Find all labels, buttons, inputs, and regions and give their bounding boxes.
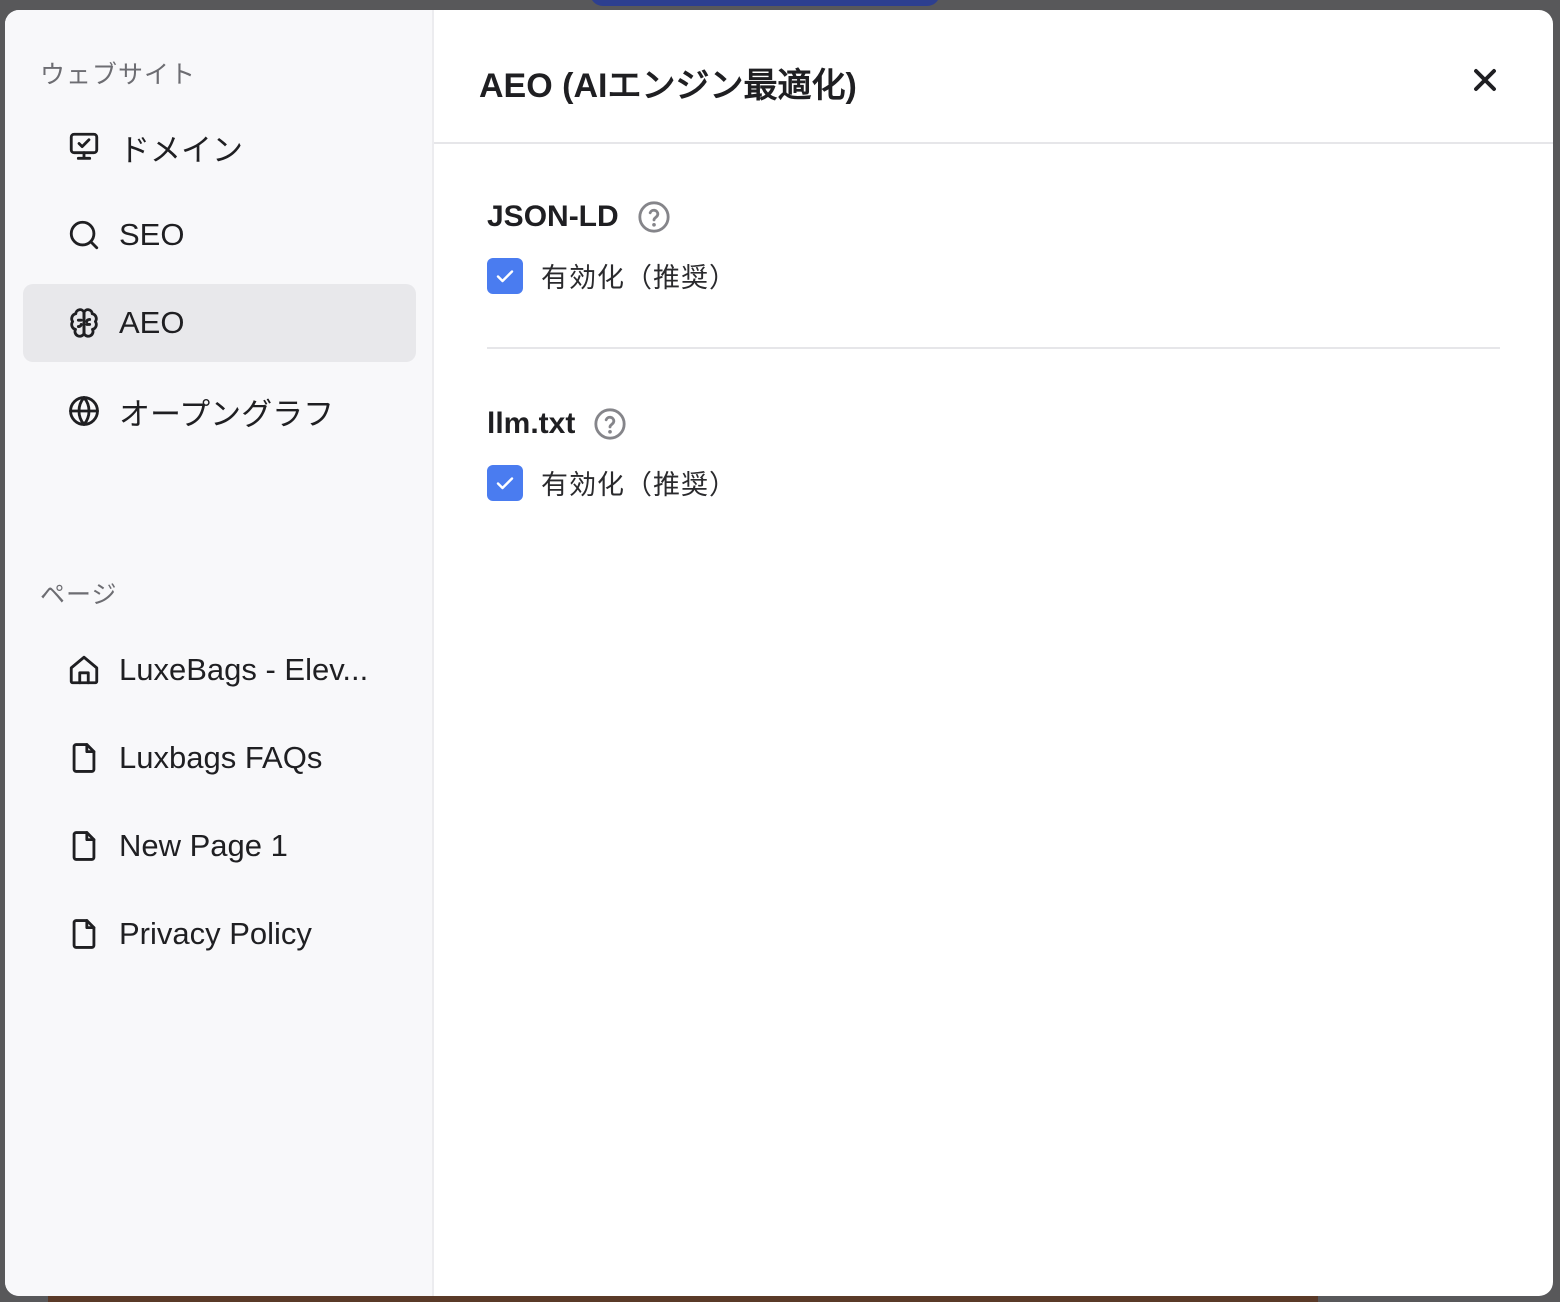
checkbox-label: 有効化（推奨） bbox=[541, 470, 737, 500]
checkbox-label: 有効化（推奨） bbox=[541, 263, 737, 293]
sidebar-item-label: オープングラフ bbox=[119, 396, 335, 432]
page-item-home[interactable]: LuxeBags - Elev... bbox=[23, 631, 416, 709]
settings-modal: ウェブサイト ドメイン SEO AEO オープングラフ ページ LuxeBags… bbox=[5, 10, 1553, 1296]
sidebar: ウェブサイト ドメイン SEO AEO オープングラフ ページ LuxeBags… bbox=[5, 10, 434, 1296]
website-section-label: ウェブサイト bbox=[40, 61, 197, 89]
sidebar-item-label: SEO bbox=[119, 217, 185, 252]
setting-title: llm.txt bbox=[487, 407, 576, 440]
close-icon bbox=[1474, 69, 1496, 91]
file-icon bbox=[67, 917, 101, 951]
close-button[interactable] bbox=[1467, 62, 1503, 98]
panel-header: AEO (AIエンジン最適化) bbox=[434, 10, 1553, 144]
sidebar-item-seo[interactable]: SEO bbox=[23, 196, 416, 274]
file-icon bbox=[67, 829, 101, 863]
sidebar-item-label: ドメイン bbox=[119, 132, 243, 168]
page-item-label: New Page 1 bbox=[119, 828, 288, 863]
page-item-new-page[interactable]: New Page 1 bbox=[23, 807, 416, 885]
setting-title: JSON-LD bbox=[487, 200, 619, 233]
checkbox-row: 有効化（推奨） bbox=[487, 256, 737, 295]
sidebar-item-aeo[interactable]: AEO bbox=[23, 284, 416, 362]
search-icon bbox=[67, 218, 101, 252]
globe-icon bbox=[67, 394, 101, 428]
sidebar-item-label: AEO bbox=[119, 305, 185, 340]
page-item-label: LuxeBags - Elev... bbox=[119, 652, 369, 687]
help-icon[interactable] bbox=[637, 200, 671, 234]
setting-llm-txt: llm.txt 有効化（推奨） bbox=[487, 407, 737, 502]
monitor-icon bbox=[67, 130, 101, 164]
help-icon[interactable] bbox=[593, 407, 627, 441]
home-icon bbox=[67, 653, 101, 687]
sidebar-item-domain[interactable]: ドメイン bbox=[23, 108, 416, 186]
page-item-privacy[interactable]: Privacy Policy bbox=[23, 895, 416, 973]
file-icon bbox=[67, 741, 101, 775]
main-panel: AEO (AIエンジン最適化) JSON-LD 有効化（推奨） llm.txt … bbox=[434, 10, 1553, 1296]
enable-json-ld-checkbox[interactable] bbox=[487, 257, 523, 294]
page-item-label: Privacy Policy bbox=[119, 916, 312, 951]
page-item-faqs[interactable]: Luxbags FAQs bbox=[23, 719, 416, 797]
pages-section-label: ページ bbox=[40, 581, 118, 609]
sidebar-item-opengraph[interactable]: オープングラフ bbox=[23, 372, 416, 450]
page-item-label: Luxbags FAQs bbox=[119, 740, 323, 775]
background-pill bbox=[590, 0, 940, 6]
page-title: AEO (AIエンジン最適化) bbox=[479, 67, 857, 105]
enable-llm-txt-checkbox[interactable] bbox=[487, 464, 523, 501]
setting-json-ld: JSON-LD 有効化（推奨） bbox=[487, 200, 737, 295]
section-divider bbox=[487, 347, 1500, 349]
checkbox-row: 有効化（推奨） bbox=[487, 463, 737, 502]
check-icon bbox=[496, 476, 514, 489]
brain-icon bbox=[67, 306, 101, 340]
check-icon bbox=[496, 269, 514, 282]
